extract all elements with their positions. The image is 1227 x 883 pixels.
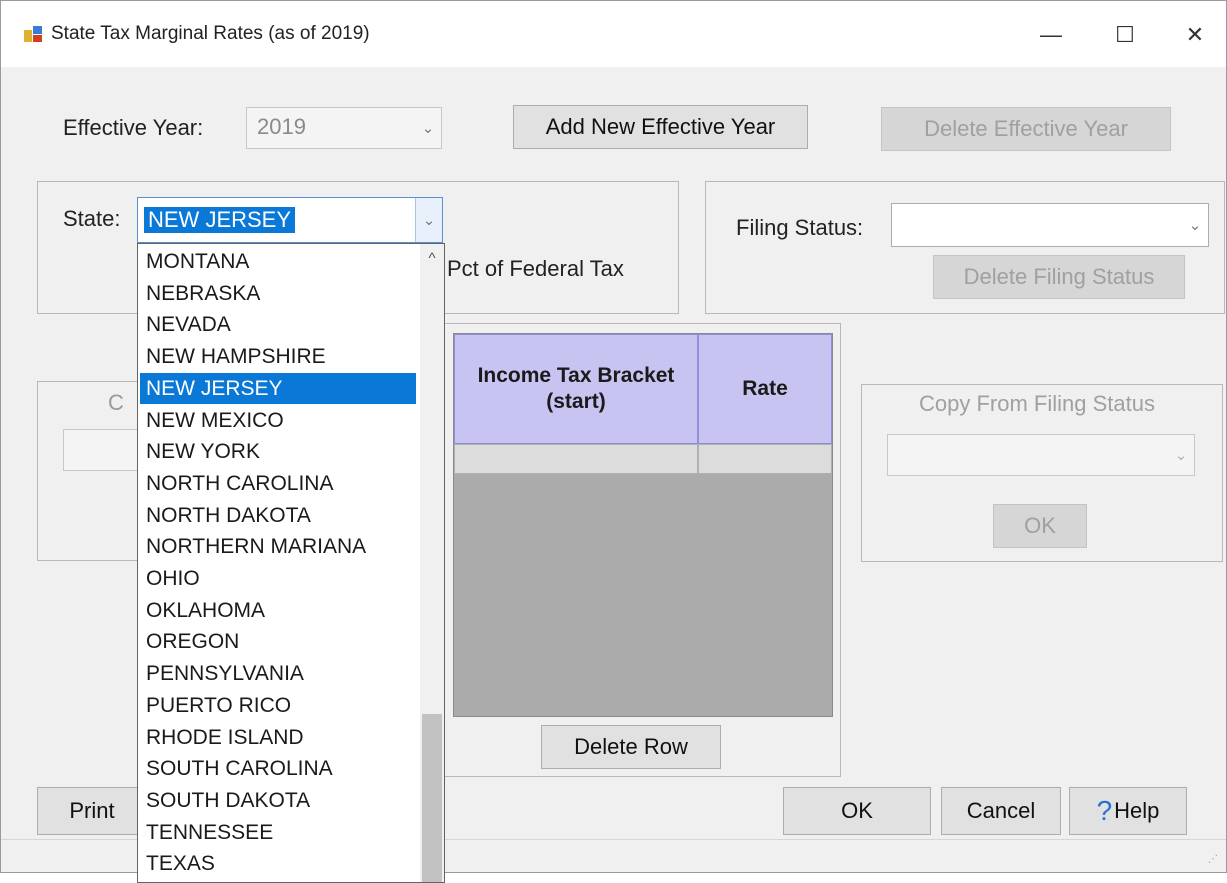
dropdown-scrollbar[interactable]: ^ [420,244,444,882]
state-option[interactable]: PENNSYLVANIA [140,658,416,689]
title-bar[interactable]: State Tax Marginal Rates (as of 2019) — … [1,1,1226,67]
help-icon: ? [1096,795,1113,826]
delete-row-button[interactable]: Delete Row [541,725,721,769]
delete-effective-year-label: Delete Effective Year [924,116,1128,141]
state-option[interactable]: SOUTH CAROLINA [140,753,416,784]
delete-filing-status-label: Delete Filing Status [963,264,1155,289]
left-group-select[interactable] [63,429,143,471]
copy-ok-label: OK [1024,513,1056,538]
grid-header-bracket[interactable]: Income Tax Bracket (start) [454,334,698,444]
state-option[interactable]: OREGON [140,626,416,657]
delete-filing-status-button[interactable]: Delete Filing Status [933,255,1185,299]
maximize-button[interactable]: ☐ [1095,15,1155,55]
state-select[interactable]: NEW JERSEY ⌄ [137,197,443,243]
dialog-window: State Tax Marginal Rates (as of 2019) — … [0,0,1227,883]
add-effective-year-button[interactable]: Add New Effective Year [513,105,808,149]
app-icon [24,26,42,42]
copy-from-select[interactable]: ⌄ [887,434,1195,476]
state-option[interactable]: PUERTO RICO [140,690,416,721]
minimize-icon: — [1040,22,1062,47]
state-dropdown-list[interactable]: ^ MONTANA NEBRASKA NEVADA NEW HAMPSHIRE NEW … [137,243,445,883]
ok-button[interactable]: OK [783,787,931,835]
chevron-down-icon: ⌄ [421,120,435,137]
scroll-up-icon[interactable]: ^ [420,250,444,267]
effective-year-label: Effective Year: [63,115,204,140]
state-option[interactable]: OHIO [140,563,416,594]
filing-status-label: Filing Status: [736,215,864,240]
state-option[interactable]: TENNESSEE [140,817,416,848]
grid-cell-bracket[interactable] [454,444,698,474]
state-option[interactable]: NEW YORK [140,436,416,467]
state-value: NEW JERSEY [144,207,296,233]
ok-label: OK [841,798,873,823]
state-option[interactable]: RHODE ISLAND [140,722,416,753]
pct-of-federal-tax-label: Pct of Federal Tax [447,256,624,281]
state-option[interactable]: NEW HAMPSHIRE [140,341,416,372]
add-effective-year-label: Add New Effective Year [545,114,776,139]
maximize-icon: ☐ [1115,22,1135,47]
bracket-grid[interactable]: Income Tax Bracket (start) Rate [453,333,833,717]
cancel-button[interactable]: Cancel [941,787,1061,835]
state-option[interactable]: NEW MEXICO [140,405,416,436]
chevron-down-icon: ⌄ [1174,447,1188,464]
cancel-label: Cancel [966,798,1036,823]
state-option[interactable]: OKLAHOMA [140,595,416,626]
left-group-partial-label: C [108,390,124,415]
left-group: C [37,381,147,561]
state-option[interactable]: NORTH CAROLINA [140,468,416,499]
state-option[interactable]: SOUTH DAKOTA [140,785,416,816]
close-icon: ✕ [1185,22,1205,47]
help-label: Help [1114,798,1160,823]
minimize-button[interactable]: — [1021,15,1081,55]
print-label: Print [69,798,115,823]
chevron-down-icon: ⌄ [1188,217,1202,234]
state-option[interactable]: NEW JERSEY [140,372,416,404]
window-title: State Tax Marginal Rates (as of 2019) [51,23,370,44]
chevron-down-icon: ⌄ [415,198,442,242]
close-button[interactable]: ✕ [1165,15,1225,55]
effective-year-value: 2019 [257,114,306,139]
grid-cell-rate[interactable] [698,444,832,474]
state-option[interactable]: NORTH DAKOTA [140,500,416,531]
state-option[interactable]: NORTHERN MARIANA [140,531,416,562]
copy-ok-button[interactable]: OK [993,504,1087,548]
help-button[interactable]: ? Help [1069,787,1187,835]
grid-header-rate[interactable]: Rate [698,334,832,444]
state-option[interactable]: NEBRASKA [140,278,416,309]
copy-from-label: Copy From Filing Status [919,391,1155,416]
state-option[interactable]: NEVADA [140,309,416,340]
filing-status-select[interactable]: ⌄ [891,203,1209,247]
state-option[interactable]: MONTANA [140,246,416,277]
scrollbar-thumb[interactable] [422,714,442,882]
resize-grip-icon[interactable]: ⋰ [1208,854,1218,865]
print-button[interactable]: Print [37,787,147,835]
effective-year-select[interactable]: 2019 ⌄ [246,107,442,149]
state-option[interactable]: TEXAS [140,848,416,879]
state-label: State: [63,206,121,231]
delete-effective-year-button[interactable]: Delete Effective Year [881,107,1171,151]
delete-row-label: Delete Row [574,734,688,759]
